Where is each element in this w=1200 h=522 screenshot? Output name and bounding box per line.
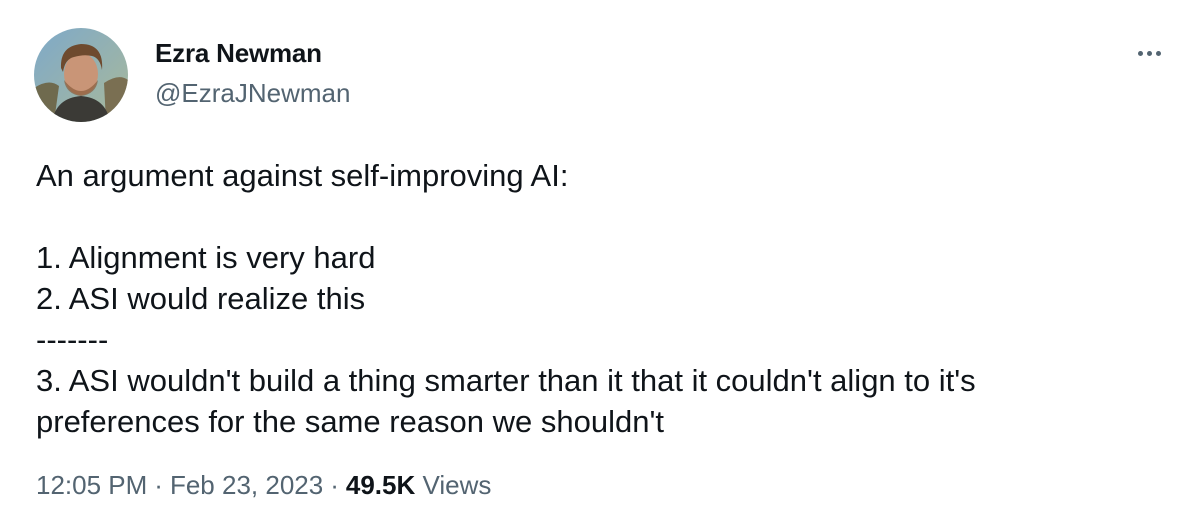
tweet-meta: 12:05 PM · Feb 23, 2023 · 49.5K Views xyxy=(36,470,491,501)
more-horizontal-icon xyxy=(1155,50,1161,56)
tweet-text: An argument against self-improving AI: 1… xyxy=(36,155,1166,442)
tweet-text-line: 3. ASI wouldn't build a thing smarter th… xyxy=(36,363,976,398)
avatar-photo xyxy=(34,28,128,122)
author-handle[interactable]: @EzraJNewman xyxy=(155,78,350,109)
tweet-time[interactable]: 12:05 PM xyxy=(36,470,147,500)
author-avatar[interactable] xyxy=(34,28,128,122)
views-label: Views xyxy=(422,470,492,500)
tweet-card: Ezra Newman @EzraJNewman An argument aga… xyxy=(0,0,1200,522)
meta-separator: · xyxy=(330,470,339,500)
more-options-button[interactable] xyxy=(1134,38,1164,68)
tweet-text-line: 2. ASI would realize this xyxy=(36,281,366,316)
author-name[interactable]: Ezra Newman xyxy=(155,38,322,69)
tweet-text-line: An argument against self-improving AI: xyxy=(36,158,569,193)
more-horizontal-icon xyxy=(1137,50,1143,56)
views-count: 49.5K xyxy=(345,470,416,500)
tweet-text-line: ------- xyxy=(36,322,109,357)
meta-separator: · xyxy=(154,470,163,500)
tweet-date[interactable]: Feb 23, 2023 xyxy=(170,470,323,500)
tweet-text-line xyxy=(36,196,1166,237)
views-link[interactable]: 49.5K Views xyxy=(346,470,492,500)
more-horizontal-icon xyxy=(1146,50,1152,56)
tweet-text-line: preferences for the same reason we shoul… xyxy=(36,404,664,439)
tweet-text-line: 1. Alignment is very hard xyxy=(36,240,376,275)
